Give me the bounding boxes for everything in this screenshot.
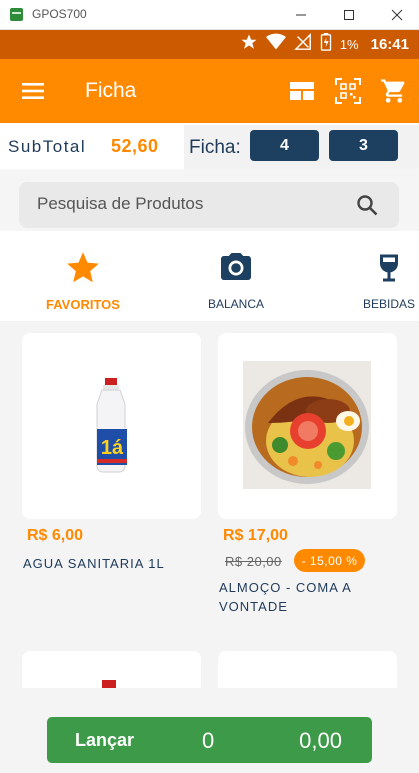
category-label: FAVORITOS (46, 297, 120, 312)
lancar-button[interactable]: Lançar 0 0,00 (47, 717, 372, 763)
ficha-label: Ficha: (189, 137, 241, 158)
product-price: R$ 17,00 (223, 527, 288, 544)
window-titlebar: GPOS700 (0, 0, 419, 30)
page-title: Ficha (85, 79, 137, 102)
ficha-button-2[interactable]: 3 (329, 130, 398, 161)
ficha-box: Ficha: 4 3 (184, 125, 419, 169)
cart-icon[interactable] (380, 77, 408, 105)
star-status-icon (240, 33, 258, 56)
product-name: AGUA SANITARIA 1L (23, 556, 165, 571)
summary-row: SubTotal 52,60 Ficha: 4 3 (0, 123, 419, 169)
product-old-price: R$ 20,00 (225, 554, 282, 569)
battery-icon (320, 33, 332, 56)
category-label: BEBIDAS (362, 297, 416, 311)
menu-icon[interactable] (22, 80, 46, 102)
bottom-bar: Lançar 0 0,00 (0, 688, 419, 773)
subtotal-value: 52,60 (111, 136, 159, 156)
discount-badge: - 15,00 % (294, 549, 365, 572)
subtotal-label: SubTotal (8, 137, 87, 156)
no-signal-icon (293, 33, 312, 56)
product-card[interactable]: 1á R$ 6,00 AGUA SANITARIA 1L (22, 333, 202, 593)
status-bar: 1% 16:41 (0, 30, 419, 59)
product-grid: 1á R$ 6,00 AGUA SANITARIA 1L R$ 17,00 R$… (0, 321, 419, 688)
app-bar: Ficha (0, 59, 419, 123)
app-icon (10, 8, 23, 21)
category-label: BALANCA (207, 297, 265, 311)
svg-text:1á: 1á (101, 437, 124, 459)
category-favoritos[interactable]: FAVORITOS (40, 249, 126, 312)
product-price: R$ 6,00 (27, 527, 84, 544)
maximize-button[interactable] (337, 4, 361, 26)
search-icon[interactable] (355, 193, 379, 217)
battery-percent: 1% (339, 37, 359, 52)
ficha-button-1[interactable]: 4 (250, 130, 319, 161)
clock: 16:41 (370, 36, 409, 53)
wine-glass-icon (370, 249, 408, 287)
star-icon (64, 249, 102, 287)
product-card[interactable] (218, 651, 398, 688)
product-card[interactable] (22, 651, 202, 688)
product-name: ALMOÇO - COMA A VONTADE (219, 580, 352, 614)
product-card[interactable]: R$ 17,00 R$ 20,00 - 15,00 % ALMOÇO - COM… (218, 333, 398, 614)
table-layout-icon[interactable] (288, 77, 316, 105)
product-image (218, 333, 397, 519)
item-quantity: 0 (202, 728, 215, 753)
search-area (0, 169, 419, 231)
food-plate-image (243, 361, 371, 489)
product-image (218, 651, 397, 688)
close-button[interactable] (385, 4, 409, 26)
product-image: 1á (22, 333, 201, 519)
order-total: 0,00 (299, 728, 342, 753)
category-bar: FAVORITOS BALANCA BEBIDAS (0, 231, 419, 321)
bleach-bottle-image: 1á (96, 378, 127, 473)
product-image (22, 651, 201, 688)
qr-code-icon[interactable] (334, 77, 362, 105)
camera-icon (217, 249, 255, 287)
category-bebidas[interactable]: BEBIDAS (360, 249, 418, 311)
window-title: GPOS700 (32, 7, 87, 21)
wifi-icon (265, 33, 286, 56)
search-input[interactable] (37, 194, 337, 214)
search-box (19, 182, 399, 228)
category-balanca[interactable]: BALANCA (198, 249, 274, 311)
lancar-label: Lançar (75, 730, 135, 750)
minimize-button[interactable] (289, 4, 313, 26)
